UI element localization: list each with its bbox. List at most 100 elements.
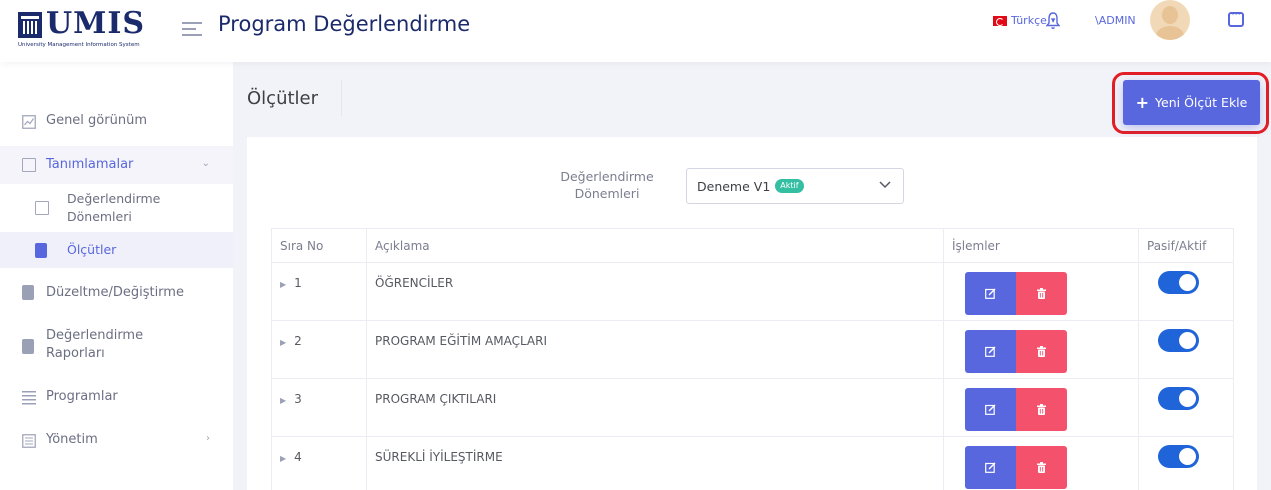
expand-caret-icon[interactable]: ▶ (280, 280, 286, 289)
column-header-aciklama[interactable]: Açıklama (366, 228, 944, 263)
column-header-islemler: İşlemler (943, 228, 1139, 263)
logo-subtitle: University Management Information System (18, 42, 140, 48)
actions-cell (943, 262, 1139, 321)
active-toggle[interactable] (1158, 329, 1199, 352)
period-filter-label: Değerlendirme Dönemleri (560, 169, 654, 201)
row-number: 1 (294, 276, 302, 290)
list-icon (22, 391, 36, 405)
status-cell (1138, 436, 1234, 490)
actions-cell (943, 436, 1139, 490)
table-row[interactable]: ▶ 2 PROGRAM EĞİTİM AMAÇLARI (271, 320, 1234, 379)
actions-cell (943, 320, 1139, 379)
table-header-row: Sıra No Açıklama İşlemler Pasif/Aktif (271, 228, 1234, 263)
table-row[interactable]: ▶ 4 SÜREKLİ İYİLEŞTİRME (271, 436, 1234, 490)
table-row[interactable]: ▶ 1 ÖĞRENCİLER (271, 262, 1234, 321)
row-number-cell[interactable]: ▶ 4 (271, 436, 367, 490)
trash-icon (1037, 404, 1046, 415)
page-title: Ölçütler (247, 88, 319, 109)
add-criterion-button[interactable]: + Yeni Ölçüt Ekle (1123, 80, 1260, 125)
folder-icon (22, 158, 36, 172)
sidebar-item-label: Düzeltme/Değiştirme (46, 285, 184, 300)
edit-button[interactable] (965, 446, 1016, 489)
sidebar-item-programlar[interactable]: Programlar (0, 382, 233, 412)
sidebar-item-label: Ölçütler (67, 242, 117, 257)
edit-icon (985, 346, 996, 357)
trash-icon (1037, 462, 1046, 473)
sidebar-item-label: Programlar (46, 389, 118, 404)
delete-button[interactable] (1016, 330, 1067, 373)
app-title: Program Değerlendirme (218, 12, 471, 36)
expand-caret-icon[interactable]: ▶ (280, 338, 286, 347)
edit-icon (985, 288, 996, 299)
status-badge: Aktif (775, 179, 804, 193)
criteria-card: Değerlendirme Dönemleri Deneme V1 Aktif … (247, 137, 1257, 490)
sidebar-item-tanimlamalar[interactable]: Tanımlamalar ⌄ (0, 146, 233, 184)
table-row[interactable]: ▶ 3 PROGRAM ÇIKTILARI (271, 378, 1234, 437)
delete-button[interactable] (1016, 272, 1067, 315)
criteria-table: Sıra No Açıklama İşlemler Pasif/Aktif ▶ 1… (271, 228, 1234, 490)
row-number: 2 (294, 334, 302, 348)
language-label: Türkçe (1011, 14, 1047, 27)
sidebar-item-genel-gorunum[interactable]: Genel görünüm (0, 106, 233, 136)
status-cell (1138, 262, 1234, 321)
top-header: UMIS University Management Information S… (0, 0, 1271, 62)
sidebar: Genel görünüm Tanımlamalar ⌄ Değerlendir… (0, 62, 233, 490)
edit-icon (985, 404, 996, 415)
delete-button[interactable] (1016, 446, 1067, 489)
period-select-value: Deneme V1 (697, 178, 771, 194)
row-number-cell[interactable]: ▶ 2 (271, 320, 367, 379)
chevron-down-icon: ⌄ (201, 158, 210, 169)
plus-icon: + (1135, 92, 1150, 112)
column-header-pasif-aktif: Pasif/Aktif (1138, 228, 1234, 263)
sidebar-item-yonetim[interactable]: Yönetim › (0, 426, 233, 456)
actions-cell (943, 378, 1139, 437)
column-header-sira-no[interactable]: Sıra No (271, 228, 367, 263)
description-cell: SÜREKLİ İYİLEŞTİRME (366, 436, 944, 490)
avatar[interactable] (1150, 0, 1190, 40)
row-number: 4 (294, 450, 302, 464)
document-icon (22, 285, 34, 300)
row-number: 3 (294, 392, 302, 406)
active-toggle[interactable] (1158, 445, 1199, 468)
edit-button[interactable] (965, 388, 1016, 431)
chevron-right-icon: › (206, 433, 210, 444)
add-button-label: Yeni Ölçüt Ekle (1155, 95, 1248, 110)
description-cell: PROGRAM EĞİTİM AMAÇLARI (366, 320, 944, 379)
active-toggle[interactable] (1158, 387, 1199, 410)
period-select[interactable]: Deneme V1 Aktif (686, 168, 904, 204)
description-cell: ÖĞRENCİLER (366, 262, 944, 321)
menu-icon[interactable] (182, 22, 202, 36)
chevron-down-icon (879, 178, 891, 192)
sidebar-item-olcutler[interactable]: Ölçütler (0, 232, 233, 268)
bell-icon[interactable] (1046, 12, 1060, 30)
status-cell (1138, 320, 1234, 379)
sidebar-item-label: Yönetim (46, 432, 98, 447)
sidebar-item-label: Genel görünüm (46, 113, 147, 128)
sidebar-item-duzeltme[interactable]: Düzeltme/Değiştirme (0, 276, 233, 310)
umis-logo[interactable]: UMIS University Management Information S… (18, 6, 178, 48)
expand-caret-icon[interactable]: ▶ (280, 396, 286, 405)
row-number-cell[interactable]: ▶ 3 (271, 378, 367, 437)
document-icon (35, 243, 47, 258)
flag-tr-icon (993, 15, 1007, 26)
building-icon (18, 12, 42, 38)
delete-button[interactable] (1016, 388, 1067, 431)
folder-icon (35, 201, 49, 215)
user-name[interactable]: \ADMIN (1095, 14, 1136, 27)
active-toggle[interactable] (1158, 271, 1199, 294)
logo-text: UMIS (46, 6, 146, 41)
edit-button[interactable] (965, 330, 1016, 373)
chat-icon[interactable] (1228, 10, 1244, 27)
edit-button[interactable] (965, 272, 1016, 315)
settings-icon (22, 433, 36, 448)
edit-icon (985, 462, 996, 473)
row-number-cell[interactable]: ▶ 1 (271, 262, 367, 321)
sidebar-item-raporlar[interactable]: Değerlendirme Raporları (0, 318, 233, 374)
sidebar-item-degerlendirme-donemleri[interactable]: Değerlendirme Dönemleri (0, 186, 233, 230)
sidebar-item-label: Tanımlamalar (46, 157, 134, 172)
document-icon (22, 339, 34, 354)
title-divider (341, 80, 342, 116)
expand-caret-icon[interactable]: ▶ (280, 454, 286, 463)
trash-icon (1037, 288, 1046, 299)
status-cell (1138, 378, 1234, 437)
